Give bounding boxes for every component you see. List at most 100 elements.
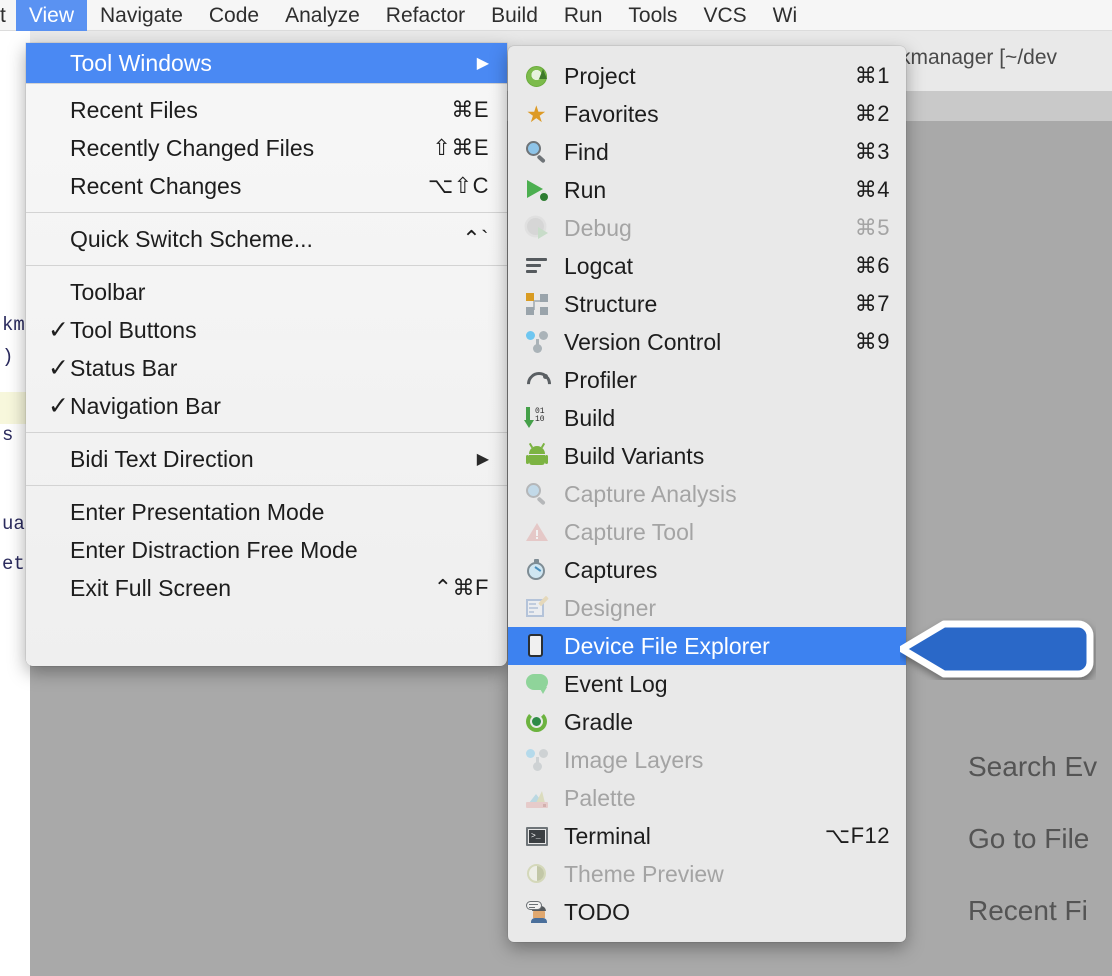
menu-item-enter-presentation-mode[interactable]: Enter Presentation Mode [26,493,507,531]
submenu-item-structure[interactable]: Structure ⌘7 [508,285,906,323]
menubar-item-analyze[interactable]: Analyze [272,0,373,31]
submenu-arrow-icon: ▶ [477,449,489,469]
submenu-item-label: Image Layers [564,747,890,774]
menu-item-navigation-bar[interactable]: ✓ Navigation Bar [26,387,507,425]
branch-icon [526,329,560,355]
submenu-item-theme-preview: Theme Preview [508,855,906,893]
editor-text-fragment: ua [2,513,25,535]
submenu-item-captures[interactable]: Captures [508,551,906,589]
palette-icon [526,785,560,811]
menu-item-quick-switch-scheme[interactable]: Quick Switch Scheme... ⌃` [26,220,507,258]
submenu-item-version-control[interactable]: Version Control ⌘9 [508,323,906,361]
menu-item-recent-files[interactable]: Recent Files ⌘E [26,91,507,129]
submenu-item-gradle[interactable]: Gradle [508,703,906,741]
menu-item-label: Status Bar [70,355,489,382]
menu-item-label: Exit Full Screen [70,575,414,602]
branch-icon [526,747,560,773]
menu-item-label: Tool Windows [70,50,457,77]
menu-group-bidi: Bidi Text Direction ▶ [26,433,507,485]
submenu-item-shortcut: ⌘6 [855,253,890,279]
submenu-item-shortcut: ⌘5 [855,215,890,241]
menu-item-label: Quick Switch Scheme... [70,226,442,253]
menubar-item-window[interactable]: Wi [760,0,811,31]
todo-person-icon [526,899,560,925]
submenu-item-label: Capture Tool [564,519,890,546]
submenu-item-label: Gradle [564,709,890,736]
menubar-item-navigate[interactable]: Navigate [87,0,196,31]
menu-item-exit-full-screen[interactable]: Exit Full Screen ⌃⌘F [26,569,507,607]
submenu-item-label: Captures [564,557,890,584]
menubar-item-run[interactable]: Run [551,0,616,31]
submenu-item-logcat[interactable]: Logcat ⌘6 [508,247,906,285]
menubar-item-refactor[interactable]: Refactor [373,0,478,31]
annotation-arrow-icon [900,618,1096,680]
submenu-item-label: Logcat [564,253,855,280]
menu-item-label: Bidi Text Direction [70,446,457,473]
menu-item-bidi-text-direction[interactable]: Bidi Text Direction ▶ [26,440,507,478]
submenu-item-project[interactable]: Project ⌘1 [508,57,906,95]
menu-item-shortcut: ⇧⌘E [432,135,489,161]
menu-item-tool-buttons[interactable]: ✓ Tool Buttons [26,311,507,349]
submenu-item-designer: Designer [508,589,906,627]
view-menu-panel: Tool Windows ▶ Recent Files ⌘E Recently … [26,43,507,666]
submenu-item-shortcut: ⌘1 [855,63,890,89]
submenu-item-build[interactable]: 0110 Build [508,399,906,437]
submenu-item-label: Theme Preview [564,861,890,888]
menubar-item-build[interactable]: Build [478,0,551,31]
submenu-item-find[interactable]: Find ⌘3 [508,133,906,171]
debug-gear-icon [526,215,560,241]
menu-item-enter-distraction-free-mode[interactable]: Enter Distraction Free Mode [26,531,507,569]
menu-item-label: Tool Buttons [70,317,489,344]
menu-item-recent-changes[interactable]: Recent Changes ⌥⇧C [26,167,507,205]
menu-item-label: Enter Distraction Free Mode [70,537,489,564]
submenu-item-shortcut: ⌘9 [855,329,890,355]
menu-item-shortcut: ⌃⌘F [434,575,489,601]
magnifier-icon [526,481,560,507]
submenu-item-label: Terminal [564,823,825,850]
submenu-item-label: Favorites [564,101,855,128]
submenu-item-device-file-explorer[interactable]: Device File Explorer [508,627,906,665]
submenu-item-build-variants[interactable]: Build Variants [508,437,906,475]
submenu-item-label: Structure [564,291,855,318]
submenu-item-todo[interactable]: TODO [508,893,906,931]
submenu-item-label: Run [564,177,855,204]
menu-item-label: Navigation Bar [70,393,489,420]
menu-item-status-bar[interactable]: ✓ Status Bar [26,349,507,387]
submenu-item-label: Project [564,63,855,90]
menu-item-shortcut: ⌃` [462,226,489,252]
lines-icon [526,253,560,279]
submenu-item-run[interactable]: Run ⌘4 [508,171,906,209]
submenu-item-terminal[interactable]: >_ Terminal ⌥F12 [508,817,906,855]
submenu-item-favorites[interactable]: ★ Favorites ⌘2 [508,95,906,133]
menubar-item-vcs[interactable]: VCS [690,0,759,31]
submenu-item-event-log[interactable]: Event Log [508,665,906,703]
menu-item-label: Toolbar [70,279,489,306]
submenu-item-profiler[interactable]: Profiler [508,361,906,399]
menu-item-label: Recent Changes [70,173,408,200]
build-download-icon: 0110 [526,405,560,431]
menubar-item-tools[interactable]: Tools [615,0,690,31]
menu-item-recently-changed-files[interactable]: Recently Changed Files ⇧⌘E [26,129,507,167]
menu-item-tool-windows[interactable]: Tool Windows ▶ [26,43,507,83]
menu-group-chrome: Toolbar ✓ Tool Buttons ✓ Status Bar ✓ Na… [26,266,507,432]
gradle-ring-icon [526,709,560,735]
submenu-item-label: Designer [564,595,890,622]
menubar-item-view[interactable]: View [16,0,87,31]
submenu-item-label: Profiler [564,367,890,394]
submenu-item-shortcut: ⌥F12 [825,823,890,849]
bg-hint-go-to-file: Go to File [968,823,1089,855]
menubar-item-partial-left[interactable]: t [0,0,16,31]
submenu-item-shortcut: ⌘7 [855,291,890,317]
submenu-item-label: Build Variants [564,443,890,470]
submenu-item-label: Debug [564,215,855,242]
submenu-item-capture-analysis: Capture Analysis [508,475,906,513]
submenu-item-label: Build [564,405,890,432]
menubar-item-code[interactable]: Code [196,0,272,31]
menu-item-toolbar[interactable]: Toolbar [26,273,507,311]
contrast-circle-icon [526,861,560,887]
phone-icon [526,633,560,659]
submenu-item-shortcut: ⌘3 [855,139,890,165]
submenu-item-label: Event Log [564,671,890,698]
play-icon [526,177,560,203]
editor-text-fragment: ) [2,346,13,368]
